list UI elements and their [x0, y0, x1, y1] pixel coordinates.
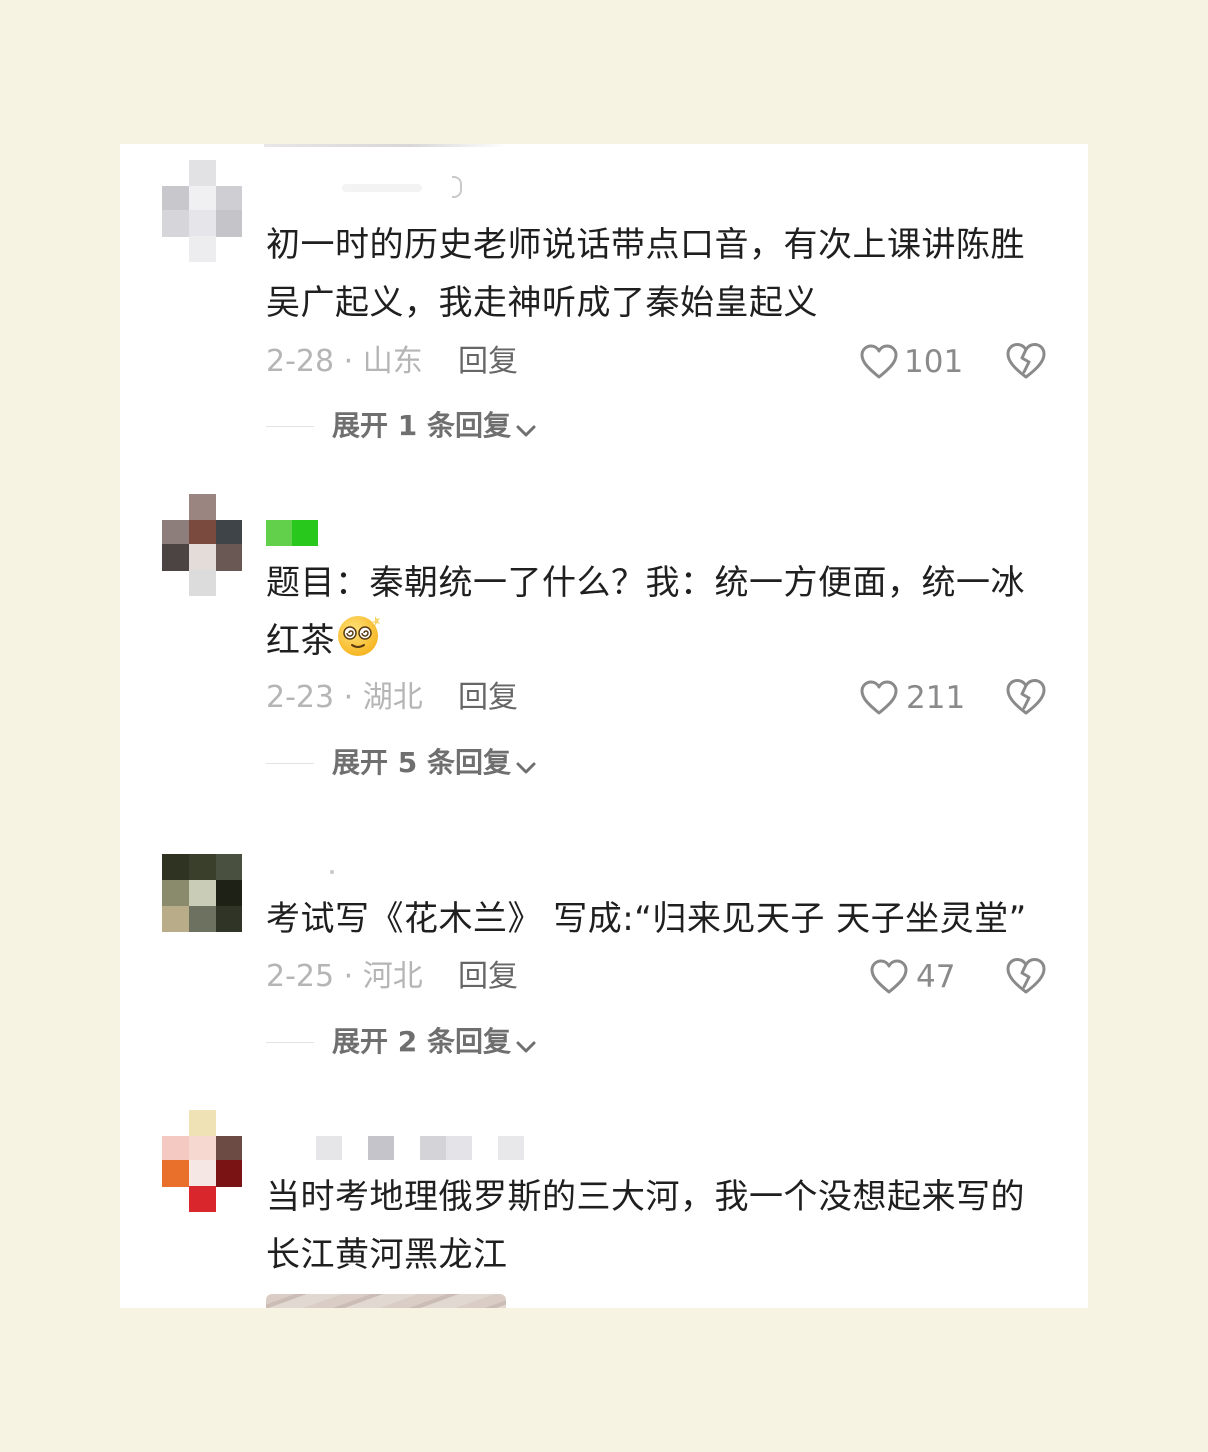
- divider: [266, 426, 314, 427]
- heart-outline-icon: [870, 959, 908, 994]
- like-count: 101: [904, 344, 964, 380]
- comment-text: 初一时的历史老师说话带点口音，有次上课讲陈胜吴广起义，我走神听成了秦始皇起义: [266, 225, 1025, 323]
- broken-heart-icon: [1006, 958, 1046, 994]
- like-button[interactable]: 47: [870, 957, 960, 997]
- heart-outline-icon: [860, 680, 898, 715]
- comment-meta: 2-23 · 湖北 回复 211: [266, 678, 1056, 718]
- avatar[interactable]: [162, 494, 242, 596]
- heart-outline-icon: [860, 344, 898, 379]
- comment-item: 初一时的历史老师说话带点口音，有次上课讲陈胜吴广起义，我走神听成了秦始皇起义 2…: [120, 144, 1088, 464]
- like-button[interactable]: 211: [860, 678, 965, 718]
- dislike-button[interactable]: [1006, 342, 1046, 382]
- expand-replies-button[interactable]: 展开 2 条回复: [332, 1022, 537, 1062]
- expand-replies: 展开 2 条回复: [266, 1022, 666, 1062]
- avatar[interactable]: [162, 160, 242, 262]
- username-blurred[interactable]: [266, 866, 346, 892]
- attached-image-preview[interactable]: [266, 1294, 506, 1308]
- comment-time-location: 2-28 · 山东: [266, 344, 423, 379]
- chevron-down-icon: [516, 425, 536, 436]
- expand-replies-label: 展开 5 条回复: [332, 746, 511, 779]
- username-blurred[interactable]: [266, 520, 326, 546]
- comment-text: 题目：秦朝统一了什么？我：统一方便面，统一冰红茶: [266, 554, 1056, 676]
- expand-replies-label: 展开 1 条回复: [332, 409, 511, 442]
- divider: [266, 763, 314, 764]
- like-button[interactable]: 101: [860, 342, 964, 382]
- comment-meta: 2-25 · 河北 回复 47: [266, 957, 1056, 997]
- dizzy-face-emoji: [335, 612, 383, 676]
- comment-text: 考试写《花木兰》 写成:“归来见天子 天子坐灵堂”: [266, 899, 1027, 939]
- expand-replies-label: 展开 2 条回复: [332, 1025, 511, 1058]
- comment-time-location: 2-23 · 湖北: [266, 680, 423, 715]
- broken-heart-icon: [1006, 679, 1046, 715]
- comment-item: 当时考地理俄罗斯的三大河，我一个没想起来写的长江黄河黑龙江: [120, 1104, 1088, 1308]
- comment-list: 初一时的历史老师说话带点口音，有次上课讲陈胜吴广起义，我走神听成了秦始皇起义 2…: [120, 144, 1088, 1308]
- dislike-button[interactable]: [1006, 957, 1046, 997]
- chevron-down-icon: [516, 1041, 536, 1052]
- reply-button[interactable]: 回复: [458, 678, 518, 718]
- divider: [266, 1042, 314, 1043]
- reply-button[interactable]: 回复: [458, 342, 518, 382]
- expand-replies: 展开 1 条回复: [266, 406, 666, 446]
- expand-replies: 展开 5 条回复: [266, 743, 666, 783]
- avatar[interactable]: [162, 854, 242, 932]
- avatar[interactable]: [162, 1110, 242, 1212]
- comment-time-location: 2-25 · 河北: [266, 959, 423, 994]
- like-count: 47: [916, 959, 956, 995]
- comment-item: 题目：秦朝统一了什么？我：统一方便面，统一冰红茶 2-23 · 湖北 回复 21…: [120, 480, 1088, 800]
- reply-button[interactable]: 回复: [458, 957, 518, 997]
- like-count: 211: [906, 680, 966, 716]
- comment-meta: 2-28 · 山东 回复 101: [266, 342, 1056, 382]
- username-blurred[interactable]: [266, 174, 466, 200]
- dislike-button[interactable]: [1006, 678, 1046, 718]
- chevron-down-icon: [516, 762, 536, 773]
- broken-heart-icon: [1006, 343, 1046, 379]
- comment-item: 考试写《花木兰》 写成:“归来见天子 天子坐灵堂” 2-25 · 河北 回复 4…: [120, 844, 1088, 1104]
- expand-replies-button[interactable]: 展开 5 条回复: [332, 743, 537, 783]
- username-blurred[interactable]: [266, 1136, 526, 1162]
- expand-replies-button[interactable]: 展开 1 条回复: [332, 406, 537, 446]
- comment-text: 当时考地理俄罗斯的三大河，我一个没想起来写的长江黄河黑龙江: [266, 1177, 1025, 1275]
